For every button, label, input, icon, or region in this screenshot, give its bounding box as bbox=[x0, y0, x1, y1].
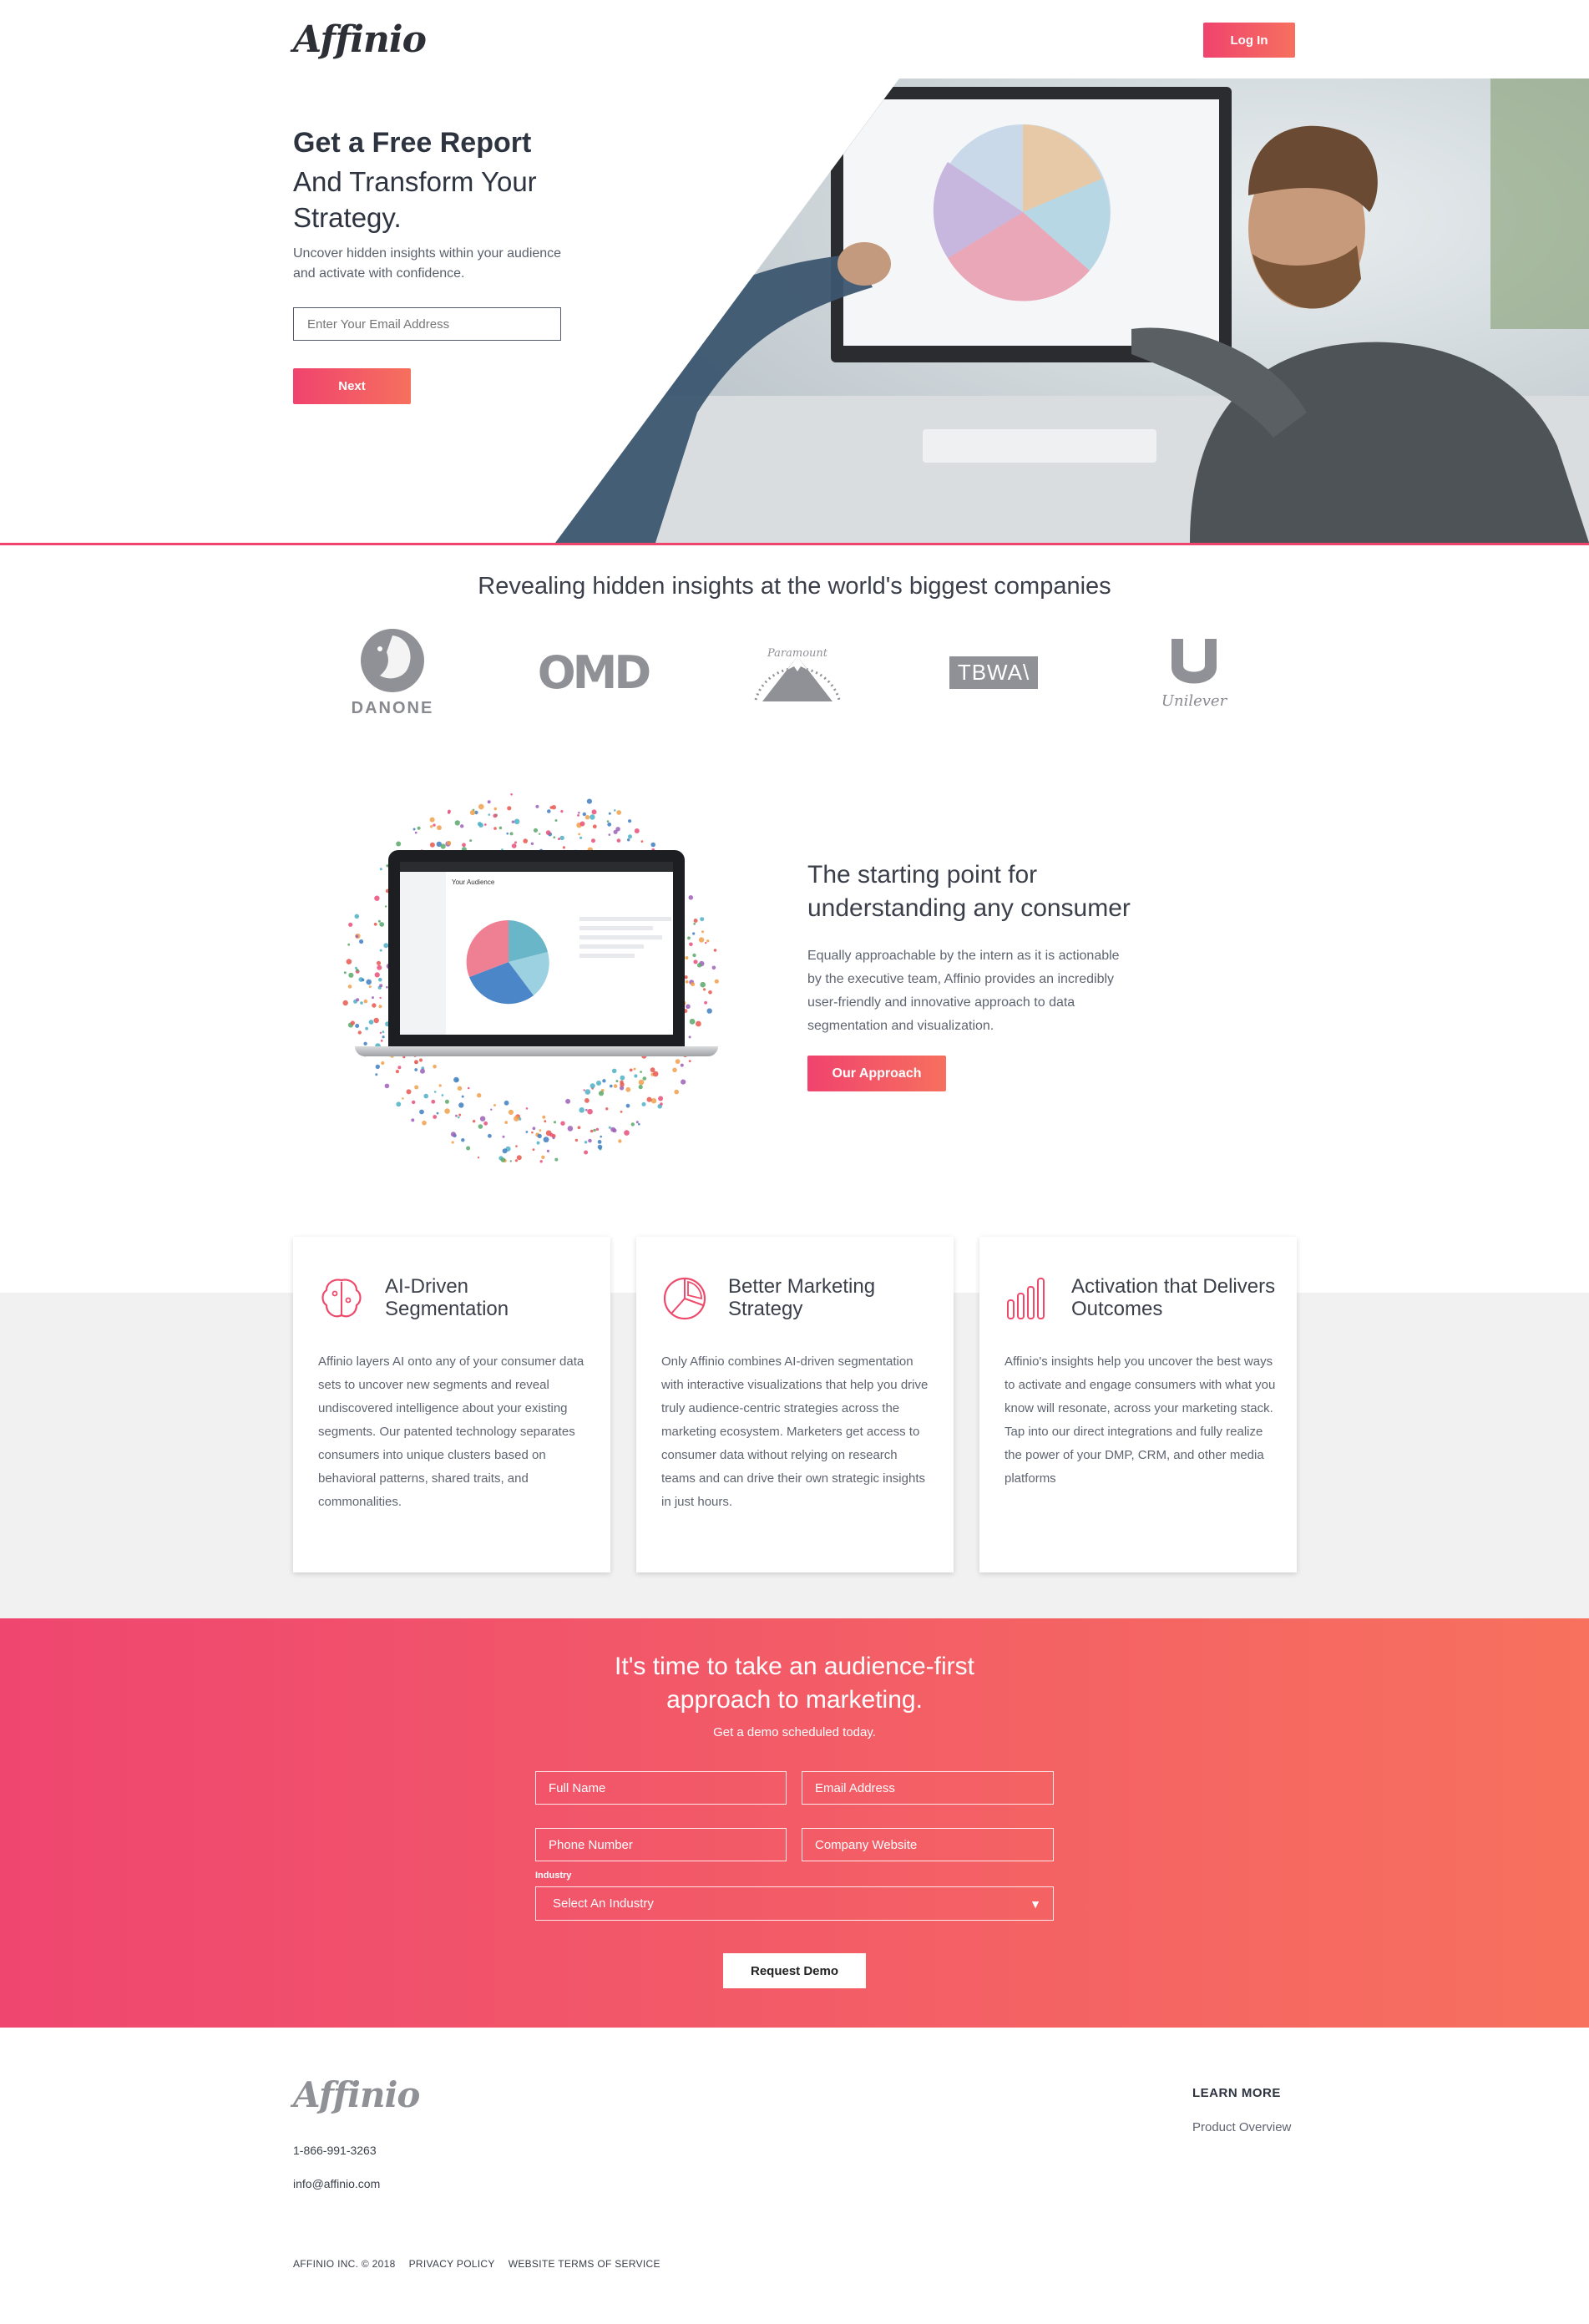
laptop-screen-heading: Your Audience bbox=[452, 878, 495, 886]
paramount-wordmark: Paramount bbox=[767, 647, 828, 660]
cta-title: It's time to take an audience-first appr… bbox=[615, 1653, 974, 1714]
paramount-mountain-icon: Paramount bbox=[754, 647, 841, 701]
unilever-u-icon bbox=[1172, 638, 1217, 683]
dropdown-arrow-icon: ▼ bbox=[1030, 1896, 1041, 1911]
hero-description: Uncover hidden insights within your audi… bbox=[293, 246, 562, 281]
omd-logo: OMD bbox=[538, 622, 651, 722]
paramount-logo: Paramount bbox=[739, 622, 856, 722]
next-button[interactable]: Next bbox=[293, 368, 411, 404]
approach-description: Equally approachable by the intern as it… bbox=[807, 949, 1120, 1033]
affinio-logo[interactable]: Affinio bbox=[293, 18, 427, 61]
feature-text: Affinio layers AI onto any of your consu… bbox=[318, 1354, 584, 1509]
feature-text: Only Affinio combines AI-driven segmenta… bbox=[661, 1354, 929, 1509]
email-input[interactable] bbox=[293, 307, 561, 341]
segmentation-pie-icon bbox=[466, 919, 549, 1005]
approach-title: The starting point for understanding any… bbox=[807, 861, 1131, 922]
laptop-screen: Your Audience bbox=[388, 850, 685, 1046]
footer-legal: AFFINIO INC. © 2018 PRIVACY POLICY WEBSI… bbox=[293, 2258, 660, 2270]
company-website-input[interactable]: Company Website bbox=[802, 1828, 1054, 1861]
hero-subtitle: And Transform Your Strategy. bbox=[293, 166, 537, 233]
danone-logo: DANONE bbox=[342, 622, 443, 722]
industry-select[interactable]: Select An Industry ▼ bbox=[535, 1886, 1054, 1921]
danone-emblem-icon bbox=[361, 628, 424, 692]
feature-card-strategy: Better Marketing Strategy Only Affinio c… bbox=[636, 1237, 954, 1572]
footer-email[interactable]: info@affinio.com bbox=[293, 2177, 380, 2190]
feature-title: Better Marketing Strategy bbox=[728, 1275, 876, 1320]
hero-divider bbox=[0, 543, 1589, 545]
cta-subtitle: Get a demo scheduled today. bbox=[713, 1725, 876, 1739]
brain-icon bbox=[321, 1278, 362, 1318]
terms-of-service-link[interactable]: WEBSITE TERMS OF SERVICE bbox=[509, 2258, 660, 2270]
login-button[interactable]: Log In bbox=[1203, 23, 1295, 58]
unilever-wordmark: Unilever bbox=[1161, 691, 1227, 710]
bar-chart-icon bbox=[1007, 1278, 1045, 1319]
hero-title: Get a Free Report bbox=[293, 127, 532, 159]
phone-number-input[interactable]: Phone Number bbox=[535, 1828, 787, 1861]
feature-text: Affinio's insights help you uncover the … bbox=[1005, 1354, 1276, 1486]
footer-logo[interactable]: Affinio bbox=[293, 2074, 420, 2115]
footer-phone[interactable]: 1-866-991-3263 bbox=[293, 2144, 377, 2157]
laptop-illustration: Your Audience bbox=[330, 789, 731, 1165]
unilever-logo: Unilever bbox=[1148, 622, 1240, 722]
industry-label: Industry bbox=[535, 1871, 572, 1881]
copyright-text: AFFINIO INC. © 2018 bbox=[293, 2258, 396, 2270]
tbwa-logo: TBWA\ bbox=[944, 622, 1044, 722]
feature-card-segmentation: AI-Driven Segmentation Affinio layers AI… bbox=[293, 1237, 610, 1572]
hero-image bbox=[555, 78, 1589, 543]
product-overview-link[interactable]: Product Overview bbox=[1192, 2120, 1291, 2134]
feature-title: AI-Driven Segmentation bbox=[385, 1275, 509, 1320]
industry-selected-value: Select An Industry bbox=[553, 1896, 654, 1911]
pie-chart-icon bbox=[663, 1277, 706, 1320]
danone-wordmark: DANONE bbox=[351, 698, 434, 717]
feature-title: Activation that Delivers Outcomes bbox=[1071, 1275, 1276, 1320]
learn-more-heading: LEARN MORE bbox=[1192, 2086, 1281, 2100]
tbwa-wordmark: TBWA\ bbox=[949, 656, 1039, 689]
request-demo-button[interactable]: Request Demo bbox=[723, 1953, 866, 1988]
our-approach-button[interactable]: Our Approach bbox=[807, 1056, 946, 1091]
omd-wordmark: OMD bbox=[537, 646, 651, 699]
feature-card-activation: Activation that Delivers Outcomes Affini… bbox=[979, 1237, 1297, 1572]
email-address-input[interactable]: Email Address bbox=[802, 1771, 1054, 1805]
full-name-input[interactable]: Full Name bbox=[535, 1771, 787, 1805]
privacy-policy-link[interactable]: PRIVACY POLICY bbox=[409, 2258, 495, 2270]
clients-title: Revealing hidden insights at the world's… bbox=[478, 573, 1111, 600]
